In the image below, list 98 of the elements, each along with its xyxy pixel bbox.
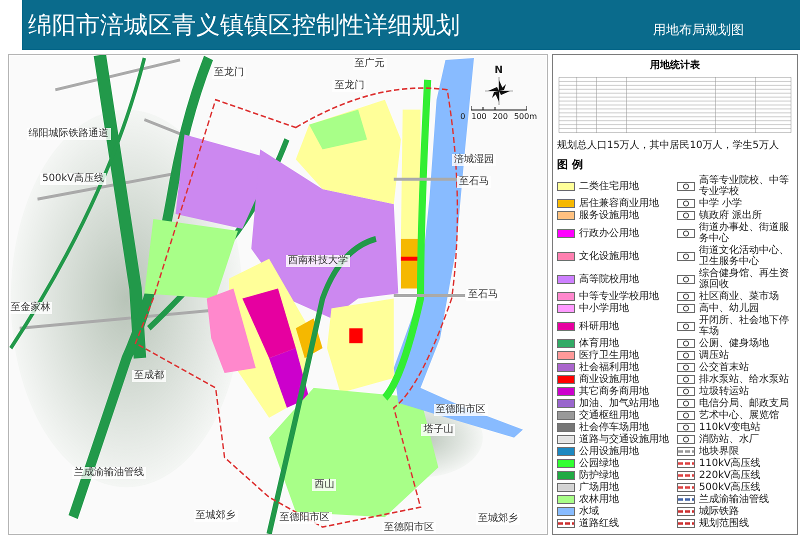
legend-label: 服务设施用地: [579, 210, 640, 221]
map-label: 至德阳市区: [278, 512, 332, 524]
map-label: 至石马: [466, 289, 500, 302]
legend-label: 高中、幼儿园: [699, 303, 760, 314]
legend-symbol-icon: [677, 423, 695, 432]
map-label: 兰成渝输油管线: [72, 467, 146, 480]
legend-label: 综合健身馆、再生资源回收: [699, 268, 790, 290]
legend-label: 地块界限: [699, 446, 740, 457]
compass-icon: [484, 77, 513, 105]
legend-label: 道路红线: [579, 518, 620, 529]
legend-label: 其它商务商用地: [579, 386, 650, 397]
legend-label: 110kV变电站: [699, 422, 762, 433]
legend-label: 中学 小学: [699, 198, 744, 209]
map-label: 至金家林: [9, 302, 52, 314]
table-title: 用地统计表: [649, 58, 701, 72]
legend-symbol-icon: [677, 339, 695, 348]
scale-label: 0: [460, 112, 466, 121]
legend-label: 街道文化活动中心、卫生服务中心: [699, 245, 790, 267]
legend-symbol-icon: [677, 199, 695, 208]
legend-label: 公用设施用地: [579, 446, 640, 457]
legend-label: 垃圾转运站: [699, 386, 750, 397]
legend-symbol-icon: [677, 274, 695, 284]
legend-label: 交通枢纽用地: [579, 410, 640, 421]
legend-symbol-icon: [677, 375, 695, 384]
map-label: 至德阳市区: [382, 522, 436, 534]
legend-label: 高等院校用地: [579, 274, 640, 284]
north-label: N: [494, 65, 503, 76]
map-label: 至龙门: [212, 66, 246, 79]
legend-label: 体育用地: [579, 338, 620, 349]
legend-label: 高等专业院校、中等专业学校: [699, 175, 790, 197]
map-label: 至德阳市区: [434, 404, 488, 416]
legend-symbol-icon: [677, 435, 695, 444]
map-label: 至龙门: [332, 80, 366, 92]
legend-symbol-icon: [677, 292, 695, 301]
legend-symbol-icon: [677, 182, 695, 190]
map-label: 至城郊乡: [476, 513, 520, 526]
legend-label: 调压站: [699, 350, 730, 361]
legend-label: 农林用地: [579, 494, 620, 505]
legend-symbol-icon: [677, 211, 695, 220]
legend-label: 二类住宅用地: [579, 180, 640, 192]
map-label: 涪城湿园: [452, 154, 496, 166]
scale-label: 200: [492, 112, 508, 121]
legend-symbol-icon: [677, 411, 695, 420]
legend-label: 社会福利用地: [579, 362, 640, 373]
legend-label: 商业设施用地: [579, 374, 640, 385]
legend-label: 公厕、健身场地: [699, 338, 770, 349]
legend-symbol-icon: [677, 228, 695, 238]
legend-symbol-icon: [677, 363, 695, 372]
map-label: 西山: [312, 479, 336, 492]
scale-label: 500m: [514, 112, 537, 121]
page-title: 绵阳市涪城区青义镇镇区控制性详细规划: [28, 10, 460, 41]
legend-label: 艺术中心、展览馆: [699, 410, 780, 421]
legend-label: 镇政府 派出所: [699, 210, 764, 221]
legend-label: 城际铁路: [699, 506, 740, 517]
legend-label: 加油、加气站用地: [579, 398, 660, 409]
legend-label: 广场用地: [579, 482, 620, 493]
legend-label: 医疗卫生用地: [579, 350, 640, 361]
legend-label: 文化设施用地: [579, 250, 640, 262]
map-label: 塔子山: [421, 424, 456, 436]
legend-label: 500kV高压线: [699, 482, 762, 493]
legend-symbol-icon: [677, 252, 695, 260]
legend-label: 街道办事处、街道服务中心: [699, 222, 790, 244]
legend-label: 规划范围线: [699, 518, 750, 529]
legend-symbol-icon: [677, 351, 695, 360]
legend-label: 开闭所、社会地下停车场: [699, 315, 790, 337]
legend-label: 110kV高压线: [699, 458, 762, 469]
legend-label: 防护绿地: [579, 470, 620, 481]
map-label: 绵阳城际铁路通道: [26, 128, 111, 140]
legend-label: 社会停车场用地: [579, 422, 650, 433]
legend-label: 公交首末站: [699, 362, 750, 373]
legend-symbol-icon: [677, 399, 695, 408]
legend-label: 水域: [579, 506, 600, 517]
map-label: 至城郊乡: [194, 510, 238, 522]
map-label: 西南科技大学: [286, 254, 350, 267]
map-label: 500kV高压线: [40, 173, 106, 186]
legend-label: 道路与交通设施用地: [579, 434, 670, 445]
legend-symbol-icon: [677, 304, 695, 313]
map-label: 至广元: [352, 58, 387, 70]
legend-label: 220kV高压线: [699, 470, 762, 481]
legend-label: 排水泵站、给水泵站: [699, 374, 790, 385]
legend-label: 居住兼容商业用地: [579, 198, 660, 209]
legend-label: 公园绿地: [579, 458, 620, 469]
legend-symbol-icon: [677, 322, 695, 330]
scale-label: 100: [471, 112, 487, 121]
map-label: 至石马: [456, 176, 491, 188]
legend-title: 图 例: [557, 157, 584, 172]
legend-label: 消防站、水厂: [699, 434, 760, 445]
scale-bar: [470, 106, 527, 111]
legend-label: 中小学用地: [579, 303, 630, 314]
legend-label: 行政办公用地: [579, 228, 640, 238]
legend-label: 兰成渝输油管线: [699, 494, 770, 505]
legend-label: 电信分局、邮政支局: [699, 398, 790, 409]
legend-label: 科研用地: [579, 320, 620, 332]
map-subtitle: 用地布局规划图: [653, 22, 744, 39]
legend-label: 中等专业学校用地: [579, 291, 660, 302]
legend-symbol-icon: [677, 387, 695, 396]
table-note: 规划总人口15万人，其中居民10万人，学生5万人: [557, 138, 780, 152]
legend-label: 社区商业、菜市场: [699, 291, 780, 302]
